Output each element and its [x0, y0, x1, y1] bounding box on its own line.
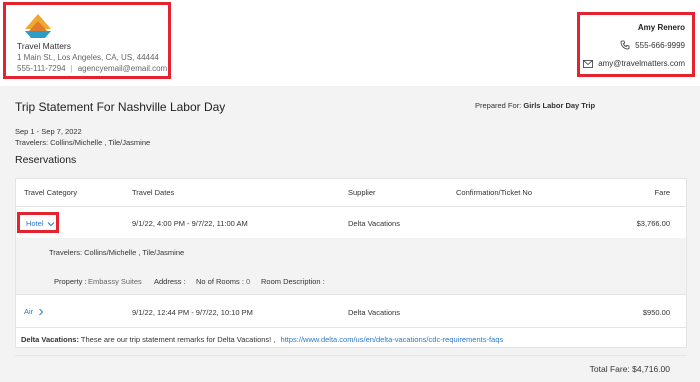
prepared-for-value: Girls Labor Day Trip [523, 101, 596, 110]
remark-text: These are our trip statement remarks for… [80, 335, 276, 344]
reservations-heading: Reservations [15, 154, 77, 166]
agency-email: agencyemail@email.com [77, 64, 168, 73]
agency-contact: 555-111-7294 | agencyemail@email.com [17, 64, 167, 73]
travel-dates: 9/1/22, 12:44 PM - 9/7/22, 10:10 PM [132, 308, 253, 317]
divider [15, 355, 687, 356]
column-header: Travel Dates [132, 188, 175, 197]
mountain-logo-icon [25, 14, 51, 38]
total-fare: Total Fare: $4,716.00 [589, 364, 670, 374]
detail-travelers: Travelers: Collins/Michelle , Tile/Jasmi… [49, 248, 185, 257]
hotel-category[interactable]: Hotel [26, 219, 55, 228]
hotel-details-panel: Travelers: Collins/Michelle , Tile/Jasmi… [16, 238, 686, 294]
property-label: Property : [54, 277, 87, 286]
fare: $3,766.00 [636, 219, 670, 228]
page-title: Trip Statement For Nashville Labor Day [15, 100, 226, 114]
separator: | [70, 64, 73, 73]
agent-email-row: amy@travelmatters.com [583, 59, 685, 68]
agency-phone: 555-111-7294 [17, 64, 66, 73]
column-header: Fare [654, 188, 670, 197]
supplier-remark: Delta Vacations: These are our trip stat… [21, 335, 503, 344]
supplier: Delta Vacations [348, 308, 400, 317]
rooms-label: No of Rooms : [196, 277, 244, 286]
hotel-toggle[interactable]: Hotel [17, 212, 59, 233]
address-label: Address : [154, 277, 186, 286]
statement-header: Travel Matters 1 Main St., Los Angeles, … [0, 0, 700, 86]
supplier: Delta Vacations [348, 219, 400, 228]
column-header: Supplier [348, 188, 376, 197]
rooms-value: 0 [246, 277, 251, 286]
agent-phone-row: 555-666-9999 [620, 40, 685, 50]
agent-name: Amy Renero [637, 23, 685, 32]
column-header: Travel Category [24, 188, 78, 197]
agency-name: Travel Matters [17, 41, 72, 51]
divider [16, 206, 686, 207]
remark-link[interactable]: https://www.delta.com/us/en/delta-vacati… [281, 335, 504, 344]
agency-info-card: Travel Matters 1 Main St., Los Angeles, … [3, 2, 171, 79]
category-label: Air [24, 307, 34, 316]
envelope-icon [583, 59, 594, 68]
phone-icon [620, 40, 630, 50]
remark-supplier: Delta Vacations: [21, 335, 79, 344]
trip-dates: Sep 1 - Sep 7, 2022 [15, 127, 82, 136]
chevron-right-icon [39, 308, 44, 315]
travel-dates: 9/1/22, 4:00 PM - 9/7/22, 11:00 AM [132, 219, 248, 228]
prepared-for: Prepared For: Girls Labor Day Trip [475, 101, 595, 110]
chevron-down-icon [47, 221, 54, 226]
category-label: Hotel [26, 219, 44, 228]
reservations-table: Travel Category Travel Dates Supplier Co… [15, 178, 687, 348]
column-header: Confirmation/Ticket No [456, 188, 532, 197]
agent-info-card: Amy Renero 555-666-9999 amy@travelmatter… [577, 12, 695, 77]
agent-phone: 555-666-9999 [635, 40, 685, 50]
prepared-label: Prepared For: [475, 101, 522, 110]
air-toggle[interactable]: Air [24, 307, 44, 316]
property-value: Embassy Suites [88, 277, 142, 286]
agent-email[interactable]: amy@travelmatters.com [598, 59, 685, 68]
trip-travelers: Travelers: Collins/Michelle , Tile/Jasmi… [15, 138, 151, 147]
room-description-label: Room Description : [261, 277, 325, 286]
divider [16, 327, 686, 328]
divider [16, 294, 686, 295]
fare: $950.00 [642, 308, 670, 317]
agency-address: 1 Main St., Los Angeles, CA, US, 44444 [17, 53, 159, 62]
